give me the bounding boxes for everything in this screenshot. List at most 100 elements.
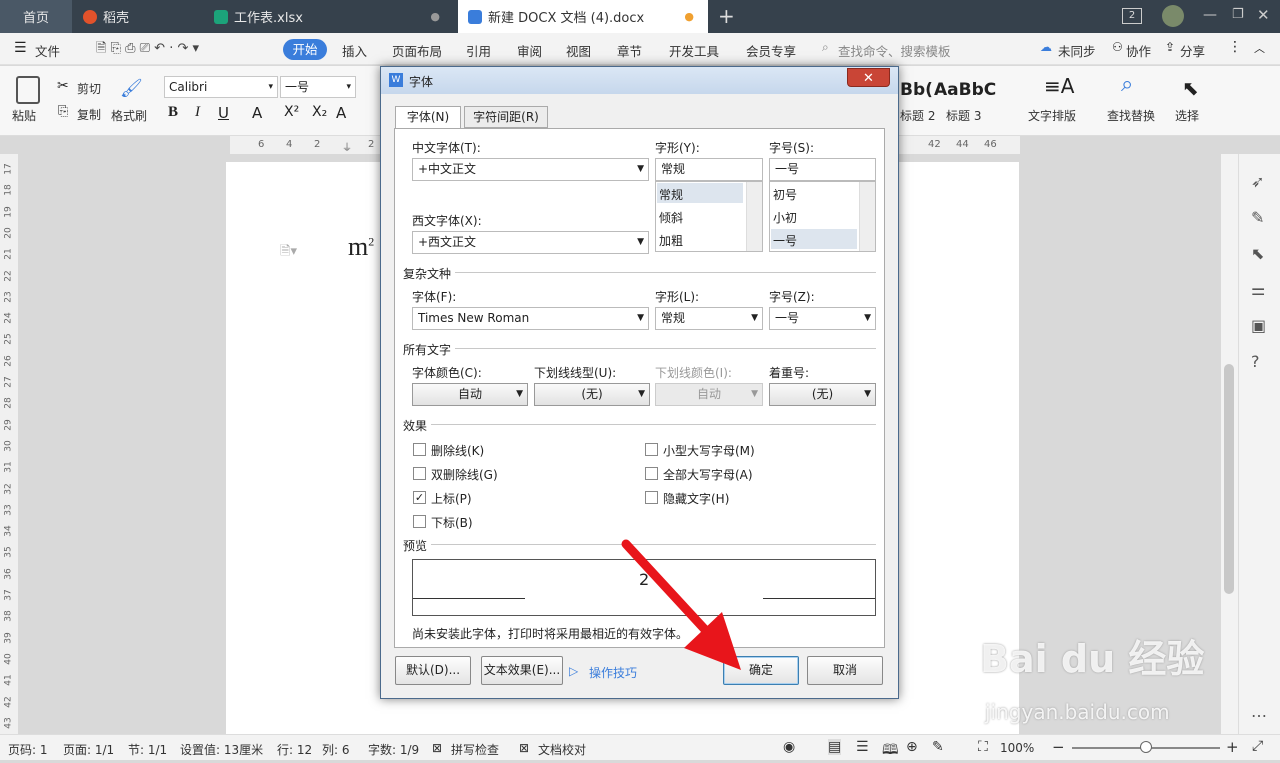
menu-vip[interactable]: 会员专享 — [746, 41, 796, 60]
emphasis-dropdown[interactable]: (无) ▼ — [769, 383, 876, 406]
pointer-icon[interactable]: ⬉ — [1251, 244, 1264, 263]
paste-icon[interactable] — [16, 76, 40, 104]
status-words[interactable]: 字数: 1/9 — [368, 741, 419, 758]
collab-button[interactable]: 协作 — [1126, 41, 1151, 60]
tab-doc-unsaved-icon[interactable]: ● — [684, 10, 694, 23]
style-input[interactable]: 常规 — [655, 158, 763, 181]
tab-char-spacing[interactable]: 字符间距(R) — [464, 106, 548, 128]
status-page[interactable]: 页码: 1 — [8, 741, 48, 758]
cancel-button[interactable]: 取消 — [807, 656, 883, 685]
strikethrough-icon[interactable]: A — [252, 104, 262, 122]
read-view-icon[interactable]: 🕮 — [882, 739, 899, 763]
list-item[interactable]: 一号 — [773, 232, 797, 249]
fullscreen-icon[interactable]: ⤢ — [1252, 738, 1263, 754]
subscript-label[interactable]: 下标(B) — [431, 514, 473, 531]
superscript-icon[interactable]: X² — [284, 104, 299, 120]
paste-button[interactable]: 粘贴 — [12, 107, 36, 124]
zoom-in-icon[interactable]: + — [1226, 738, 1239, 756]
underline-icon[interactable]: U — [218, 104, 229, 122]
doc-text[interactable]: m2 — [348, 232, 374, 262]
pen-icon[interactable]: ✎ — [1251, 208, 1264, 227]
subscript-icon[interactable]: X₂ — [312, 104, 327, 120]
list-item[interactable]: 倾斜 — [659, 209, 683, 226]
font-size-select[interactable]: 一号 ▾ — [280, 76, 356, 98]
select-button[interactable]: 选择 — [1175, 107, 1199, 124]
clipboard-icon[interactable]: ▣ — [1251, 316, 1266, 335]
avatar[interactable] — [1162, 5, 1184, 27]
smallcaps-label[interactable]: 小型大写字母(M) — [663, 442, 755, 459]
size-list[interactable]: 初号 小初 一号 — [769, 181, 876, 252]
new-tab-icon[interactable]: + — [718, 4, 735, 28]
dstrike-label[interactable]: 双删除线(G) — [431, 466, 498, 483]
status-setting[interactable]: 设置值: 13厘米 — [180, 741, 263, 758]
subscript-checkbox[interactable] — [413, 515, 426, 528]
copy-button[interactable]: 复制 — [77, 106, 101, 123]
allcaps-checkbox[interactable] — [645, 467, 658, 480]
zoom-slider-thumb[interactable] — [1140, 741, 1152, 753]
style-preview-partial[interactable]: Bb( — [900, 80, 933, 100]
list-scrollbar[interactable] — [859, 182, 875, 251]
pen-mode-icon[interactable]: ✎ — [932, 739, 944, 755]
size-input[interactable]: 一号 — [769, 158, 876, 181]
tab-font[interactable]: 字体(N) — [395, 106, 461, 129]
status-row[interactable]: 行: 12 — [277, 741, 312, 758]
cut-button[interactable]: 剪切 — [77, 80, 101, 97]
menu-chapter[interactable]: 章节 — [617, 41, 642, 60]
text-effect-button[interactable]: 文本效果(E)... — [481, 656, 563, 685]
restore-icon[interactable]: ❐ — [1232, 7, 1244, 22]
cx-font-combo[interactable]: Times New Roman ▼ — [412, 307, 649, 330]
menu-developer[interactable]: 开发工具 — [669, 41, 719, 60]
style-heading3[interactable]: 标题 3 — [946, 107, 981, 124]
list-scrollbar[interactable] — [746, 182, 762, 251]
scroll-thumb[interactable] — [1224, 364, 1234, 594]
share-button[interactable]: 分享 — [1180, 41, 1205, 60]
west-font-combo[interactable]: +西文正文 ▼ — [412, 231, 649, 254]
tab-excel[interactable]: 工作表.xlsx ● — [204, 0, 454, 33]
tab-home[interactable]: 首页 — [0, 0, 72, 33]
status-pages[interactable]: 页面: 1/1 — [63, 741, 114, 758]
window-count-badge[interactable]: 2 — [1122, 8, 1142, 24]
underline-type-dropdown[interactable]: (无) ▼ — [534, 383, 650, 406]
eye-icon[interactable]: ◉ — [783, 739, 795, 755]
dstrike-checkbox[interactable] — [413, 467, 426, 480]
quick-access-icons[interactable]: 🗎 ⎘ ⎙ ⎚ ↶ · ↷ ▾ — [96, 39, 199, 61]
menu-review[interactable]: 审阅 — [517, 41, 542, 60]
ruler-indent-marker[interactable]: ⏚ — [342, 139, 352, 154]
status-section[interactable]: 节: 1/1 — [128, 741, 167, 758]
default-button[interactable]: 默认(D)... — [395, 656, 471, 685]
help-icon[interactable]: ? — [1251, 352, 1260, 371]
smallcaps-checkbox[interactable] — [645, 443, 658, 456]
tab-daoke[interactable]: 稻壳 — [73, 0, 203, 33]
tab-excel-close-icon[interactable]: ● — [430, 10, 440, 23]
menu-insert[interactable]: 插入 — [342, 41, 367, 60]
minimize-icon[interactable]: — — [1203, 7, 1217, 23]
zoom-out-icon[interactable]: − — [1052, 738, 1065, 756]
status-col[interactable]: 列: 6 — [322, 741, 350, 758]
collapse-ribbon-icon[interactable]: ︿ — [1254, 40, 1265, 56]
cx-size-combo[interactable]: 一号 ▼ — [769, 307, 876, 330]
menu-layout[interactable]: 页面布局 — [392, 41, 442, 60]
find-replace-button[interactable]: 查找替换 — [1107, 107, 1155, 124]
list-item[interactable]: 初号 — [773, 186, 797, 203]
paragraph-handle-icon[interactable]: 🗎▾ — [280, 242, 297, 264]
bold-icon[interactable]: B — [168, 104, 178, 121]
hidden-label[interactable]: 隐藏文字(H) — [663, 490, 729, 507]
strike-label[interactable]: 删除线(K) — [431, 442, 484, 459]
style-preview[interactable]: AaBbC — [934, 80, 996, 100]
spellcheck-button[interactable]: 拼写检查 — [451, 741, 499, 758]
style-list[interactable]: 常规 倾斜 加粗 — [655, 181, 763, 252]
fit-page-icon[interactable]: ⛶ — [978, 739, 988, 755]
unsync-button[interactable]: 未同步 — [1058, 41, 1096, 60]
zoom-level[interactable]: 100% — [1000, 741, 1034, 755]
dialog-close-button[interactable]: ✕ — [847, 68, 890, 87]
char-effect-icon[interactable]: A — [336, 104, 346, 122]
superscript-checkbox[interactable]: ✓ — [413, 491, 426, 504]
format-painter-button[interactable]: 格式刷 — [111, 107, 147, 124]
proof-button[interactable]: 文档校对 — [538, 741, 586, 758]
sliders-icon[interactable]: ⚌ — [1251, 280, 1265, 299]
menu-references[interactable]: 引用 — [466, 41, 491, 60]
rocket-icon[interactable]: ➶ — [1251, 172, 1264, 191]
menu-view[interactable]: 视图 — [566, 41, 591, 60]
command-search[interactable]: 查找命令、搜索模板 — [838, 41, 951, 60]
cx-style-combo[interactable]: 常规 ▼ — [655, 307, 763, 330]
